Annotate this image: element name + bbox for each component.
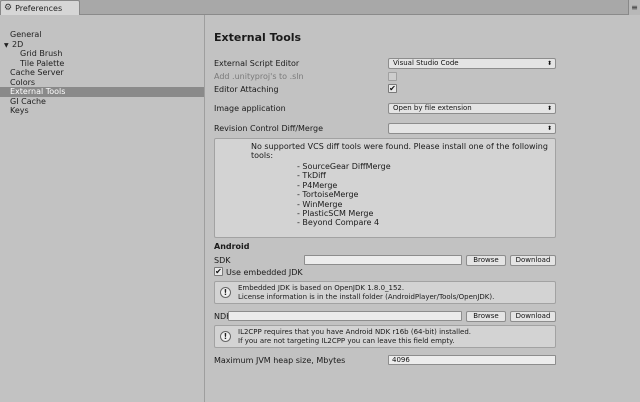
sidebar-item-label: Colors xyxy=(10,77,36,87)
list-item: - TortoiseMerge xyxy=(297,190,359,200)
ndk-info-line1: IL2CPP requires that you have Android ND… xyxy=(238,328,472,336)
editor-attaching-checkbox[interactable]: ✔ xyxy=(388,84,397,93)
sidebar-item-label: 2D xyxy=(12,39,24,49)
sdk-label: SDK xyxy=(214,256,231,265)
list-item: - PlasticSCM Merge xyxy=(297,209,374,219)
image-application-label: Image application xyxy=(214,104,286,113)
sidebar-item-grid-brush[interactable]: Grid Brush xyxy=(0,49,204,59)
revision-control-dropdown[interactable]: ⬍ xyxy=(388,123,556,134)
dropdown-arrow-icon: ⬍ xyxy=(546,125,552,132)
script-editor-dropdown[interactable]: Visual Studio Code ⬍ xyxy=(388,58,556,69)
sidebar-item-keys[interactable]: Keys xyxy=(0,106,204,116)
editor-attaching-label: Editor Attaching xyxy=(214,85,279,94)
gear-icon: ⚙ xyxy=(4,3,13,13)
dropdown-arrow-icon: ⬍ xyxy=(546,105,552,112)
revision-control-label: Revision Control Diff/Merge xyxy=(214,124,323,133)
use-embedded-jdk-label: Use embedded JDK xyxy=(226,268,303,277)
ndk-download-button[interactable]: Download xyxy=(510,311,556,322)
sidebar-item-colors[interactable]: Colors xyxy=(0,78,204,88)
unityproj-checkbox[interactable] xyxy=(388,72,397,81)
jdk-info-line1: Embedded JDK is based on OpenJDK 1.8.0_1… xyxy=(238,284,405,292)
ndk-info-box: ! IL2CPP requires that you have Android … xyxy=(214,325,556,348)
preferences-tab[interactable]: ⚙ Preferences xyxy=(0,0,80,15)
sidebar-item-label: External Tools xyxy=(10,87,66,96)
sidebar-item-label: Tile Palette xyxy=(20,58,65,68)
sidebar-item-tile-palette[interactable]: Tile Palette xyxy=(0,59,204,69)
sidebar-item-gi-cache[interactable]: GI Cache xyxy=(0,97,204,107)
sidebar-item-external-tools[interactable]: External Tools xyxy=(0,87,204,97)
vcs-warning-box: No supported VCS diff tools were found. … xyxy=(214,138,556,238)
preferences-sidebar: General ▼ 2D Grid Brush Tile Palette Cach… xyxy=(0,15,205,402)
use-embedded-jdk-checkbox[interactable]: ✔ xyxy=(214,267,223,276)
sidebar-item-label: Grid Brush xyxy=(20,49,63,58)
list-item: - TkDiff xyxy=(297,171,326,181)
script-editor-label: External Script Editor xyxy=(214,59,300,68)
sdk-browse-button[interactable]: Browse xyxy=(466,255,506,266)
script-editor-value: Visual Studio Code xyxy=(393,59,459,67)
vcs-tool-list: - SourceGear DiffMerge - TkDiff - P4Merg… xyxy=(297,162,391,228)
ndk-path-field[interactable] xyxy=(228,311,462,321)
jdk-info-box: ! Embedded JDK is based on OpenJDK 1.8.0… xyxy=(214,281,556,304)
sidebar-item-label: GI Cache xyxy=(10,96,46,106)
list-item: - SourceGear DiffMerge xyxy=(297,162,391,171)
android-heading: Android xyxy=(214,242,250,251)
jvm-heap-label: Maximum JVM heap size, Mbytes xyxy=(214,356,346,365)
sidebar-item-2d[interactable]: ▼ 2D xyxy=(0,40,204,50)
image-application-value: Open by file extension xyxy=(393,104,472,112)
image-application-dropdown[interactable]: Open by file extension ⬍ xyxy=(388,103,556,114)
vcs-message-line2: tools: xyxy=(251,151,274,160)
sidebar-item-label: General xyxy=(10,30,42,39)
list-item: - WinMerge xyxy=(297,199,343,209)
sdk-download-button[interactable]: Download xyxy=(510,255,556,266)
info-icon: ! xyxy=(220,331,231,342)
ndk-info-line2: If you are not targeting IL2CPP you can … xyxy=(238,337,455,345)
external-tools-panel: External Tools External Script Editor Vi… xyxy=(206,15,640,402)
unityproj-label: Add .unityproj's to .sln xyxy=(214,72,304,81)
sidebar-item-cache-server[interactable]: Cache Server xyxy=(0,68,204,78)
jdk-info-line2: License information is in the install fo… xyxy=(238,293,495,301)
vcs-message-line1: No supported VCS diff tools were found. … xyxy=(251,142,548,151)
jvm-heap-field[interactable]: 4096 xyxy=(388,355,556,365)
page-title: External Tools xyxy=(214,31,302,44)
list-item: - P4Merge xyxy=(297,180,338,190)
ndk-browse-button[interactable]: Browse xyxy=(466,311,506,322)
dropdown-arrow-icon: ⬍ xyxy=(546,60,552,67)
info-icon: ! xyxy=(220,287,231,298)
tab-title: Preferences xyxy=(15,3,63,13)
window-menu-icon[interactable]: ≡ xyxy=(628,0,640,15)
list-item: - Beyond Compare 4 xyxy=(297,218,380,228)
fold-arrow-icon[interactable]: ▼ xyxy=(4,41,10,51)
sdk-path-field[interactable] xyxy=(304,255,462,265)
sidebar-item-label: Cache Server xyxy=(10,68,64,77)
sidebar-item-general[interactable]: General xyxy=(0,30,204,40)
window-titlebar: ⚙ Preferences ≡ xyxy=(0,0,640,15)
sidebar-item-label: Keys xyxy=(10,106,29,115)
